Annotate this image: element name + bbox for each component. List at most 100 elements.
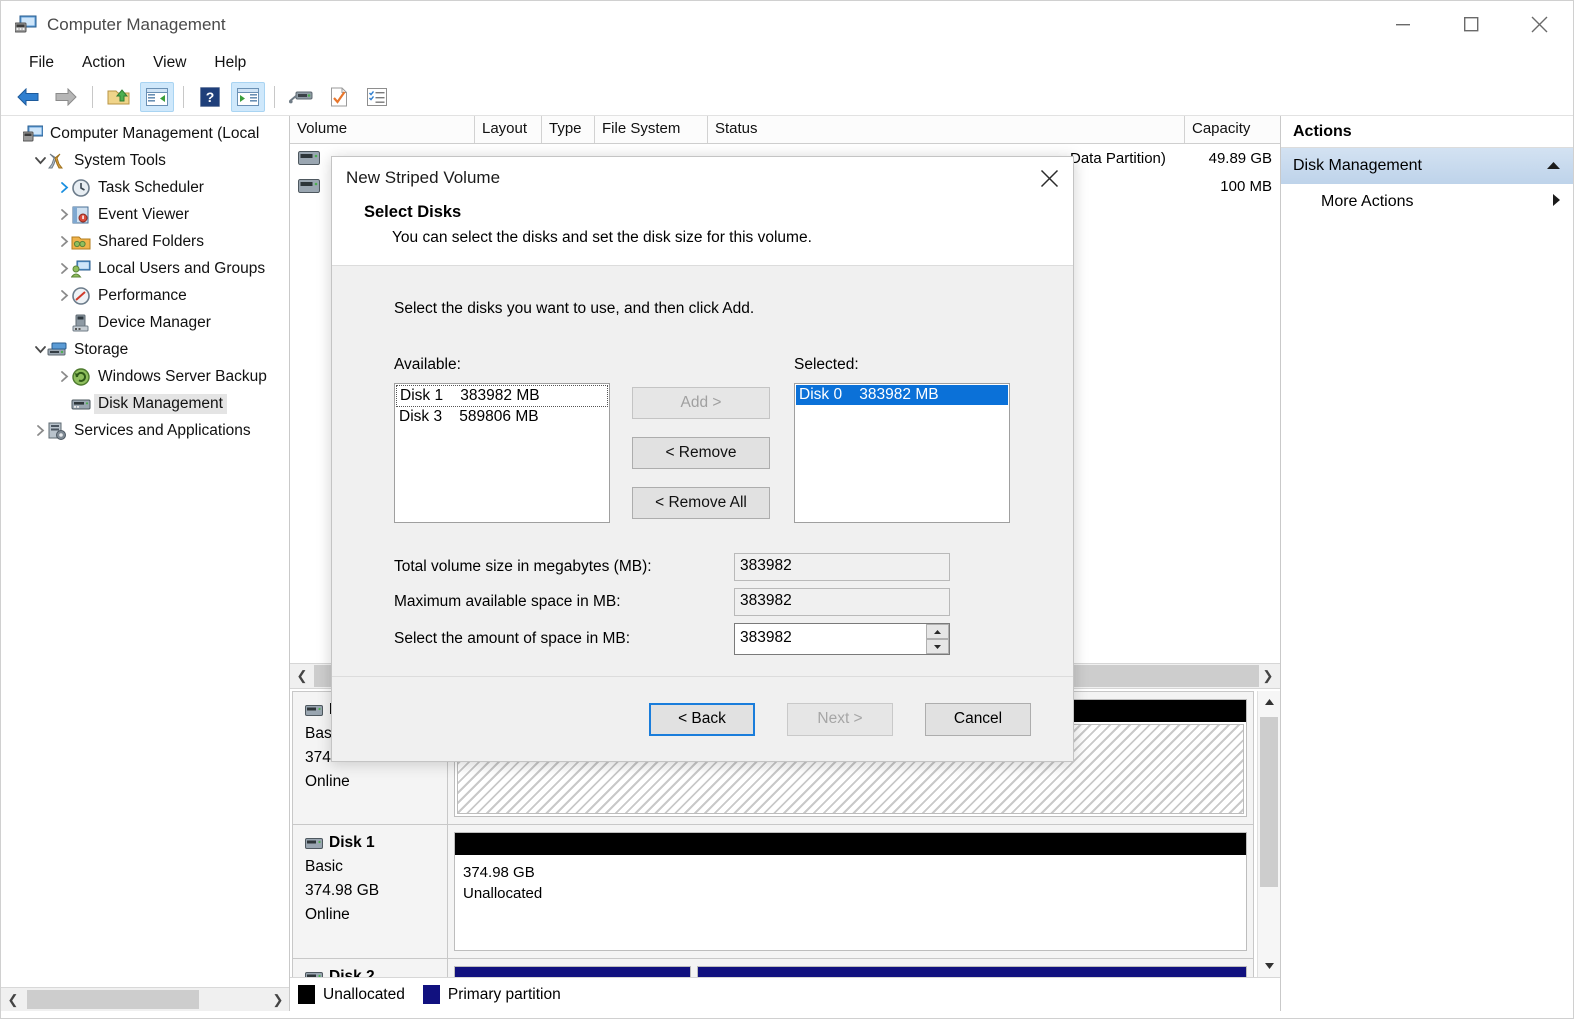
menu-action[interactable]: Action — [68, 51, 139, 76]
cancel-button[interactable]: Cancel — [925, 703, 1031, 736]
back-icon[interactable] — [11, 82, 45, 112]
tree-scroll-thumb[interactable] — [27, 990, 199, 1009]
disk-icon — [305, 838, 323, 849]
tree-twisty-collapsed[interactable] — [57, 370, 71, 384]
help-icon[interactable]: ? — [193, 82, 227, 112]
chevron-up-icon[interactable] — [1546, 157, 1561, 175]
close-button[interactable] — [1505, 1, 1573, 48]
scroll-left-icon[interactable]: ❮ — [1, 988, 25, 1011]
partition-line: Unallocated — [463, 883, 1238, 904]
scroll-down-icon[interactable] — [1258, 955, 1280, 977]
list-view-icon[interactable] — [360, 82, 394, 112]
dialog-close-button[interactable] — [1025, 157, 1073, 199]
tree-item-label: System Tools — [74, 152, 166, 170]
selected-label: Selected: — [794, 356, 1010, 374]
rescan-disks-icon[interactable] — [284, 82, 318, 112]
menu-view[interactable]: View — [139, 51, 200, 76]
menu-help[interactable]: Help — [200, 51, 260, 76]
tree-item-local-users-and-groups[interactable]: Local Users and Groups — [1, 255, 289, 282]
tree-horizontal-scrollbar[interactable]: ❮ ❯ — [1, 987, 290, 1011]
actions-item-more-actions[interactable]: More Actions — [1281, 184, 1573, 220]
scroll-right-icon[interactable]: ❯ — [266, 988, 290, 1011]
legend-swatch — [423, 985, 440, 1004]
tree-item-windows-server-backup[interactable]: Windows Server Backup — [1, 363, 289, 390]
device-manager-icon — [71, 314, 91, 332]
drive-icon — [298, 151, 320, 165]
properties-icon[interactable] — [322, 82, 356, 112]
tree-item-computer-management-local[interactable]: Computer Management (Local — [1, 120, 289, 147]
selected-disks-listbox[interactable]: Disk 0 383982 MB — [794, 383, 1010, 523]
tree-scroll-track[interactable] — [25, 988, 266, 1011]
disk-row[interactable]: Disk 2Basic49.98 GBOnline 100 MBHealthy … — [292, 959, 1254, 977]
volume-column-status[interactable]: Status — [708, 116, 1185, 143]
amount-of-space-input[interactable]: 383982 — [734, 623, 950, 655]
scroll-right-icon[interactable]: ❯ — [1256, 665, 1280, 688]
tree-twisty-none — [9, 127, 23, 141]
tree-item-device-manager[interactable]: Device Manager — [1, 309, 289, 336]
disk-partition[interactable]: (C:)49.89 GB NTFSHealthy (Boot, Page Fil… — [697, 966, 1247, 977]
tree-item-performance[interactable]: Performance — [1, 282, 289, 309]
tree-item-event-viewer[interactable]: Event Viewer — [1, 201, 289, 228]
back-button[interactable]: < Back — [649, 703, 755, 736]
minimize-button[interactable] — [1369, 1, 1437, 48]
show-hide-console-tree-icon[interactable] — [140, 82, 174, 112]
actions-group-label: Disk Management — [1293, 157, 1422, 175]
volume-capacity: 100 MB — [1220, 178, 1272, 195]
remove-button[interactable]: < Remove — [632, 437, 770, 469]
disk-state: Online — [305, 773, 447, 791]
tree-twisty-collapsed[interactable] — [57, 208, 71, 222]
tree-twisty-collapsed-hover[interactable] — [57, 181, 71, 195]
remove-all-button[interactable]: < Remove All — [632, 487, 770, 519]
disk-partition[interactable]: 374.98 GBUnallocated — [454, 832, 1247, 951]
legend-swatch — [298, 985, 315, 1004]
tree-twisty-collapsed[interactable] — [57, 262, 71, 276]
tree-twisty-collapsed[interactable] — [57, 235, 71, 249]
actions-group-disk-management[interactable]: Disk Management — [1281, 148, 1573, 184]
disk-list-item[interactable]: Disk 3 589806 MB — [396, 407, 608, 427]
spinner-buttons[interactable] — [926, 624, 949, 654]
tree-item-shared-folders[interactable]: Shared Folders — [1, 228, 289, 255]
tree-item-task-scheduler[interactable]: Task Scheduler — [1, 174, 289, 201]
tree-item-label: Event Viewer — [98, 206, 189, 224]
storage-icon — [47, 341, 67, 359]
graphical-view-vertical-scrollbar[interactable] — [1257, 691, 1280, 977]
disk-list-item[interactable]: Disk 0 383982 MB — [796, 385, 1008, 405]
up-folder-icon[interactable] — [102, 82, 136, 112]
show-hide-action-pane-icon[interactable] — [231, 82, 265, 112]
tree-twisty-collapsed[interactable] — [33, 424, 47, 438]
tree-item-system-tools[interactable]: System Tools — [1, 147, 289, 174]
scroll-up-icon[interactable] — [1258, 691, 1280, 713]
available-label: Available: — [394, 356, 610, 374]
disk-type: Basic — [305, 858, 447, 876]
available-disks-listbox[interactable]: Disk 1 383982 MBDisk 3 589806 MB — [394, 383, 610, 523]
forward-icon[interactable] — [49, 82, 83, 112]
scroll-left-icon[interactable]: ❮ — [290, 665, 314, 688]
computer-management-window: Computer Management File Action View Hel… — [0, 0, 1574, 1019]
spinner-down-icon[interactable] — [926, 639, 949, 654]
volume-column-file-system[interactable]: File System — [595, 116, 708, 143]
performance-icon — [71, 287, 91, 305]
maximize-button[interactable] — [1437, 1, 1505, 48]
menu-bar: File Action View Help — [1, 48, 1573, 79]
spinner-up-icon[interactable] — [926, 624, 949, 639]
volume-column-layout[interactable]: Layout — [475, 116, 542, 143]
tree-twisty-expanded[interactable] — [33, 343, 47, 357]
transfer-buttons-group: Add >< Remove< Remove All — [632, 387, 770, 519]
graphical-scroll-thumb[interactable] — [1260, 717, 1278, 887]
tree-twisty-expanded[interactable] — [33, 154, 47, 168]
disk-partition[interactable]: 100 MBHealthy (EFI System P — [454, 966, 691, 977]
disk-row[interactable]: Disk 1Basic374.98 GBOnline374.98 GBUnall… — [292, 825, 1254, 959]
tree-item-storage[interactable]: Storage — [1, 336, 289, 363]
volume-column-capacity[interactable]: Capacity — [1185, 116, 1280, 143]
volume-column-type[interactable]: Type — [542, 116, 595, 143]
tree-item-label: Disk Management — [94, 394, 227, 414]
chevron-right-icon[interactable] — [1552, 193, 1561, 212]
partition-line: 374.98 GB — [463, 862, 1238, 883]
volume-column-volume[interactable]: Volume — [290, 116, 475, 143]
menu-file[interactable]: File — [15, 51, 68, 76]
tree-item-disk-management[interactable]: Disk Management — [1, 390, 289, 417]
amount-of-space-spinner[interactable]: 383982 — [734, 623, 950, 655]
tree-twisty-collapsed[interactable] — [57, 289, 71, 303]
tree-item-services-and-applications[interactable]: Services and Applications — [1, 417, 289, 444]
disk-list-item[interactable]: Disk 1 383982 MB — [396, 385, 608, 407]
